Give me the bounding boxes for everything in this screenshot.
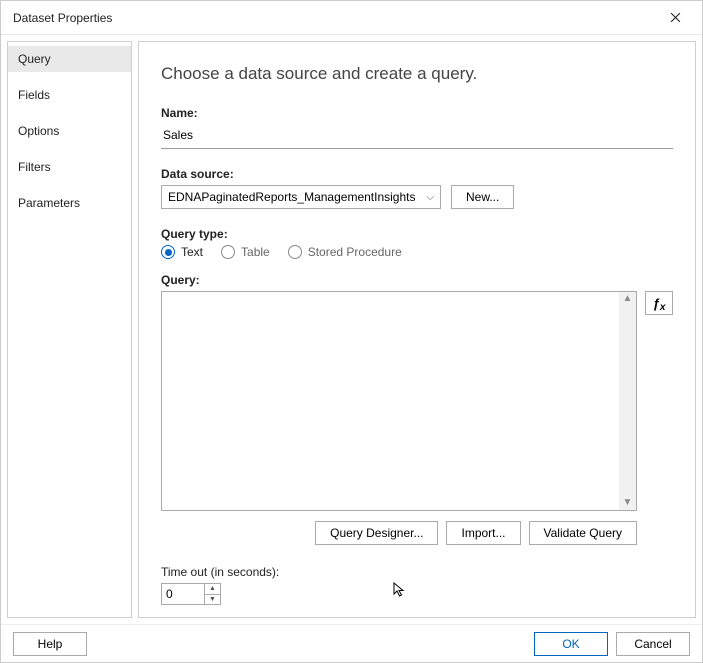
query-designer-button[interactable]: Query Designer...: [315, 521, 438, 545]
spin-up-icon[interactable]: ▲: [205, 584, 220, 595]
new-datasource-button[interactable]: New...: [451, 185, 514, 209]
datasource-label: Data source:: [161, 167, 673, 181]
sidebar-item-label: Parameters: [18, 196, 80, 210]
main-panel: Choose a data source and create a query.…: [138, 41, 696, 618]
sidebar-item-filters[interactable]: Filters: [8, 154, 131, 180]
ok-button[interactable]: OK: [534, 632, 608, 656]
query-textarea[interactable]: ▲ ▼: [161, 291, 637, 511]
sidebar-item-label: Query: [18, 52, 51, 66]
cancel-button[interactable]: Cancel: [616, 632, 690, 656]
radio-label: Stored Procedure: [308, 245, 402, 259]
sidebar-item-fields[interactable]: Fields: [8, 82, 131, 108]
spin-down-icon[interactable]: ▼: [205, 595, 220, 605]
scroll-up-icon[interactable]: ▲: [623, 294, 633, 304]
scroll-down-icon[interactable]: ▼: [623, 498, 633, 508]
footer: Help OK Cancel: [1, 624, 702, 662]
sidebar-item-label: Fields: [18, 88, 50, 102]
help-button[interactable]: Help: [13, 632, 87, 656]
timeout-spinner[interactable]: ▲ ▼: [161, 583, 221, 605]
query-label: Query:: [161, 273, 673, 287]
validate-query-button[interactable]: Validate Query: [529, 521, 638, 545]
sidebar: Query Fields Options Filters Parameters: [7, 41, 132, 618]
datasource-select[interactable]: EDNAPaginatedReports_ManagementInsights …: [161, 185, 441, 209]
radio-icon: [221, 245, 235, 259]
radio-icon: [161, 245, 175, 259]
scrollbar[interactable]: ▲ ▼: [619, 292, 636, 510]
datasource-value: EDNAPaginatedReports_ManagementInsights: [168, 190, 415, 204]
close-icon: [670, 12, 681, 23]
dialog-window: Dataset Properties Query Fields Options …: [0, 0, 703, 663]
name-input[interactable]: [161, 124, 673, 149]
expression-button[interactable]: ƒx: [645, 291, 673, 315]
radio-text[interactable]: Text: [161, 245, 203, 259]
sidebar-item-query[interactable]: Query: [8, 46, 131, 72]
page-heading: Choose a data source and create a query.: [161, 64, 673, 84]
name-label: Name:: [161, 106, 673, 120]
chevron-down-icon: ⌵: [426, 192, 434, 203]
timeout-input[interactable]: [162, 584, 204, 604]
radio-label: Text: [181, 245, 203, 259]
radio-stored-procedure[interactable]: Stored Procedure: [288, 245, 402, 259]
close-button[interactable]: [658, 1, 692, 35]
window-title: Dataset Properties: [13, 11, 658, 25]
radio-table[interactable]: Table: [221, 245, 270, 259]
radio-icon: [288, 245, 302, 259]
querytype-radios: Text Table Stored Procedure: [161, 245, 673, 259]
sidebar-item-label: Options: [18, 124, 59, 138]
import-button[interactable]: Import...: [446, 521, 520, 545]
querytype-label: Query type:: [161, 227, 673, 241]
fx-icon: ƒx: [653, 296, 666, 311]
dialog-body: Query Fields Options Filters Parameters …: [1, 35, 702, 624]
radio-label: Table: [241, 245, 270, 259]
titlebar: Dataset Properties: [1, 1, 702, 35]
sidebar-item-parameters[interactable]: Parameters: [8, 190, 131, 216]
sidebar-item-options[interactable]: Options: [8, 118, 131, 144]
sidebar-item-label: Filters: [18, 160, 51, 174]
timeout-label: Time out (in seconds):: [161, 565, 673, 579]
